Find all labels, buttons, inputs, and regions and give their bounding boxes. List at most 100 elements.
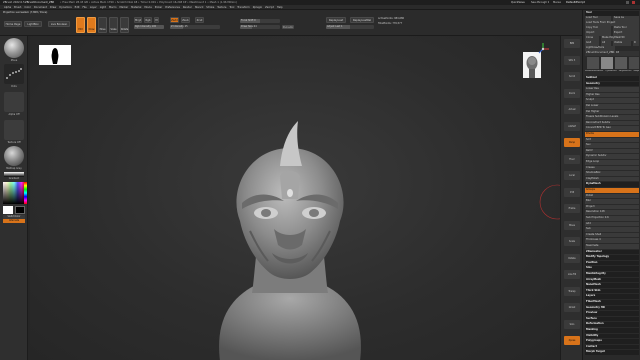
lightbox-button[interactable]: LightBox: [24, 21, 42, 27]
subpalette-higher-res[interactable]: Higher Res: [585, 92, 639, 98]
shelf-xpose-button[interactable]: Xpose: [564, 336, 580, 345]
shelf-line-fill-button[interactable]: Line Fill: [564, 270, 580, 279]
material-thumbnail[interactable]: [4, 146, 24, 166]
menu-render[interactable]: Render: [183, 6, 192, 9]
subpalette-geometry[interactable]: Geometry: [585, 81, 639, 87]
subpalette-del-lower[interactable]: Del Lower: [585, 104, 639, 109]
home-page-button[interactable]: Home Page: [4, 21, 22, 27]
visible-button[interactable]: Visible: [613, 41, 631, 46]
alien-bust-sculpt[interactable]: [180, 121, 400, 360]
subpalette-dynamic-subdiv[interactable]: Dynamic Subdiv: [585, 154, 639, 159]
subpalette-project[interactable]: Project: [585, 204, 639, 210]
menu-transform[interactable]: Transform: [237, 6, 249, 9]
subpalette-groups[interactable]: Groups: [585, 188, 639, 193]
subpalette-add[interactable]: Add: [585, 221, 639, 227]
alpha-thumbnail[interactable]: [4, 92, 24, 112]
shelf-scale-button[interactable]: Scale: [564, 237, 580, 246]
rgb-button[interactable]: Rgb: [144, 17, 152, 23]
shelf-solo-button[interactable]: Solo: [564, 319, 580, 329]
edit-button[interactable]: Edit: [76, 17, 85, 33]
main-color-swatch[interactable]: [3, 206, 13, 214]
menu-preferences[interactable]: Preferences: [165, 6, 180, 9]
menu-picker[interactable]: Picker: [155, 6, 162, 9]
paste-tool-button[interactable]: Paste Tool: [613, 26, 639, 31]
shelf-rotate-button[interactable]: Rotate: [564, 253, 580, 263]
subpalette-reconstruct-subdiv[interactable]: Reconstruct Subdiv: [585, 120, 639, 126]
subpalette-deformation[interactable]: Deformation: [585, 322, 639, 327]
save-as-button[interactable]: Save As: [613, 16, 639, 21]
subpalette-modify-topology[interactable]: Modify Topology: [585, 255, 639, 260]
shelf-persp-button[interactable]: Persp: [564, 138, 580, 147]
menu-layer[interactable]: Layer: [90, 6, 97, 9]
subpalette-geometry-hd[interactable]: Geometry HD: [585, 305, 639, 311]
menu-movie[interactable]: Movie: [144, 6, 151, 9]
load-tool-button[interactable]: Load Tool: [585, 16, 611, 21]
stroke-thumbnail[interactable]: [4, 64, 24, 84]
subpalette-freeze-subdivision-levels[interactable]: Freeze SubDivision Levels: [585, 115, 639, 120]
shelf-ghost-button[interactable]: Ghost: [564, 303, 580, 312]
menu-help[interactable]: Help: [277, 6, 283, 9]
shelf-zoom-button[interactable]: Zoom: [564, 88, 580, 98]
zadd-button[interactable]: Zadd: [170, 17, 179, 23]
goz-button[interactable]: GoZ: [585, 41, 599, 46]
subpalette-sub[interactable]: Sub: [585, 227, 639, 232]
tool-thumb-1[interactable]: [587, 57, 599, 69]
subpalette-size[interactable]: Size: [585, 266, 639, 271]
texture-thumbnail[interactable]: [4, 120, 24, 140]
shelf-aahalf-button[interactable]: AAHalf: [564, 121, 580, 131]
subpalette-polygroups[interactable]: Polygroups: [585, 339, 639, 344]
subpalette-claypolish[interactable]: ClayPolish: [585, 176, 639, 182]
subpalette-arraymesh[interactable]: ArrayMesh: [585, 277, 639, 283]
menu-edit[interactable]: Edit: [75, 6, 80, 9]
menu-brush[interactable]: Brush: [14, 6, 21, 9]
shelf-frame-button[interactable]: Frame: [564, 204, 580, 213]
subpalette-thickness-4[interactable]: Thickness 4: [585, 238, 639, 243]
menu-marker[interactable]: Marker: [120, 6, 129, 9]
shelf-actual-button[interactable]: Actual: [564, 105, 580, 114]
adjust-last-slider[interactable]: Adjust Last 1: [326, 25, 374, 29]
subpalette-create-shell[interactable]: Create Shell: [585, 232, 639, 238]
menu-zscript[interactable]: Zscript: [265, 6, 274, 9]
menu-document[interactable]: Document: [34, 6, 47, 9]
hue-strip[interactable]: [24, 182, 27, 204]
make-polymesh-button[interactable]: Make PolyMesh3D: [601, 36, 639, 41]
shelf-floor-button[interactable]: Floor: [564, 154, 580, 164]
menu-alpha[interactable]: Alpha: [4, 6, 11, 9]
subpalette-polish[interactable]: Polish: [585, 193, 639, 199]
subpalette-fibermesh[interactable]: FiberMesh: [585, 300, 639, 305]
import-button[interactable]: Import: [585, 31, 611, 36]
focal-shift-slider[interactable]: Focal Shift 0: [240, 19, 280, 23]
axis-gizmo-icon[interactable]: [536, 42, 550, 56]
shelf-spix-3-button[interactable]: SPix 3: [564, 55, 580, 65]
brush-thumbnail[interactable]: [4, 38, 24, 58]
current-tool-slider[interactable]: ZBrushDocument_ZBR: 48: [585, 51, 639, 56]
subpalette-sub-projection-0-6[interactable]: Sub Projection 0.6: [585, 216, 639, 221]
menu-texture[interactable]: Texture: [217, 6, 226, 9]
subpalette-sculpt[interactable]: Sculpt: [585, 98, 639, 103]
export-button[interactable]: Export: [613, 31, 639, 36]
menu-tool[interactable]: Tool: [229, 6, 234, 9]
shelf-scroll-button[interactable]: Scroll: [564, 72, 580, 81]
subpalette-smt[interactable]: Smt: [585, 137, 639, 143]
subpalette-preview[interactable]: Preview: [585, 311, 639, 316]
scale-button[interactable]: Scale: [109, 17, 118, 33]
subpalette-layers[interactable]: Layers: [585, 294, 639, 299]
menu-stencil[interactable]: Stencil: [195, 6, 203, 9]
subpalette-suv[interactable]: Suv: [585, 143, 639, 148]
subpalette-lower-res[interactable]: Lower Res: [585, 87, 639, 92]
live-boolean-button[interactable]: Live Boolean: [48, 21, 70, 27]
tool-thumb-2[interactable]: [601, 57, 613, 69]
menu-material[interactable]: Material: [131, 6, 141, 9]
subpalette-crease[interactable]: Crease: [585, 165, 639, 171]
z-intensity-slider[interactable]: Z Intensity 25: [170, 25, 220, 29]
menu-zplugin[interactable]: Zplugin: [253, 6, 262, 9]
subpalette-thick-skin[interactable]: Thick Skin: [585, 288, 639, 294]
minimize-icon[interactable]: [626, 1, 629, 4]
subpalette-meshintegrity[interactable]: MeshIntegrity: [585, 272, 639, 277]
subpalette-shadowbox[interactable]: ShadowBox: [585, 171, 639, 176]
subpalette-contact[interactable]: Contact: [585, 344, 639, 350]
all-button[interactable]: All: [601, 41, 611, 46]
replay-last-button[interactable]: ReplayLast: [326, 17, 346, 23]
tool-thumb-3[interactable]: [615, 57, 627, 69]
subpalette-edge-loop[interactable]: Edge Loop: [585, 160, 639, 165]
